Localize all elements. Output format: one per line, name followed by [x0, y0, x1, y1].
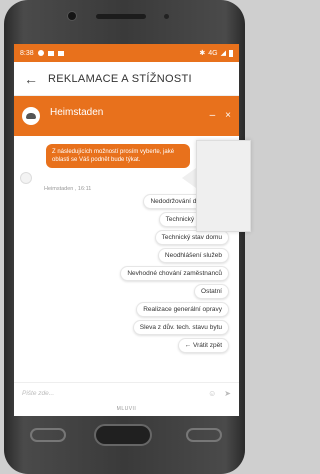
back-key[interactable]: [186, 428, 222, 442]
battery-icon: [229, 49, 233, 57]
avatar-icon: [26, 113, 36, 119]
message-input-bar[interactable]: Pište zde... ☺ ➤: [14, 382, 239, 404]
message-input[interactable]: Pište zde...: [22, 390, 208, 397]
notification-icon: [37, 50, 44, 56]
quick-reply-option[interactable]: Neodhlášení služeb: [157, 248, 229, 263]
quick-reply-option[interactable]: Realizace generální opravy: [136, 302, 229, 317]
emoji-icon[interactable]: ☺: [208, 389, 216, 398]
back-arrow-icon[interactable]: ←: [24, 71, 38, 87]
quick-reply-option[interactable]: Ostatní: [194, 284, 229, 299]
close-icon[interactable]: ×: [225, 110, 231, 121]
bot-avatar-icon: [20, 172, 32, 184]
phone-frame: 8:38 ✱ 4G ◢ ← REKLAMACE A STÍŽNOSTI Heim…: [4, 0, 245, 474]
chat-header-name: Heimstaden: [50, 106, 104, 118]
network-type: 4G: [208, 49, 218, 57]
app-bar: ← REKLAMACE A STÍŽNOSTI: [14, 62, 239, 96]
proximity-sensor: [164, 14, 169, 19]
minimize-icon[interactable]: –: [210, 110, 216, 121]
quick-reply-option[interactable]: Nevhodné chování zaměstnanců: [120, 266, 229, 281]
powered-by-label: MLUVII: [116, 406, 137, 412]
phone-top-bezel: [4, 0, 245, 44]
chat-header: Heimstaden – ×: [14, 96, 239, 136]
status-bar: 8:38 ✱ 4G ◢: [14, 44, 239, 62]
callout-pointer: [182, 168, 196, 188]
bot-message-bubble: Z následujících možností prosím vyberte,…: [46, 144, 190, 168]
status-time: 8:38: [20, 49, 34, 57]
signal-icon: ◢: [220, 50, 226, 57]
bluetooth-icon: ✱: [199, 50, 206, 57]
agent-avatar: [22, 107, 40, 125]
mail-icon: [57, 50, 64, 56]
back-option-button[interactable]: ← Vrátit zpět: [177, 338, 229, 353]
hardware-keys: [4, 420, 245, 460]
home-button[interactable]: [94, 424, 152, 446]
front-camera: [68, 12, 76, 20]
send-icon[interactable]: ➤: [224, 389, 231, 398]
earpiece-speaker: [96, 14, 146, 19]
quick-reply-option[interactable]: Technický stav domu: [154, 230, 229, 245]
page-title: REKLAMACE A STÍŽNOSTI: [48, 72, 192, 85]
recent-apps-key[interactable]: [30, 428, 66, 442]
image-icon: [47, 50, 54, 56]
quick-reply-option[interactable]: Sleva z dův. tech. stavu bytu: [132, 320, 229, 335]
callout-panel: [196, 140, 251, 232]
